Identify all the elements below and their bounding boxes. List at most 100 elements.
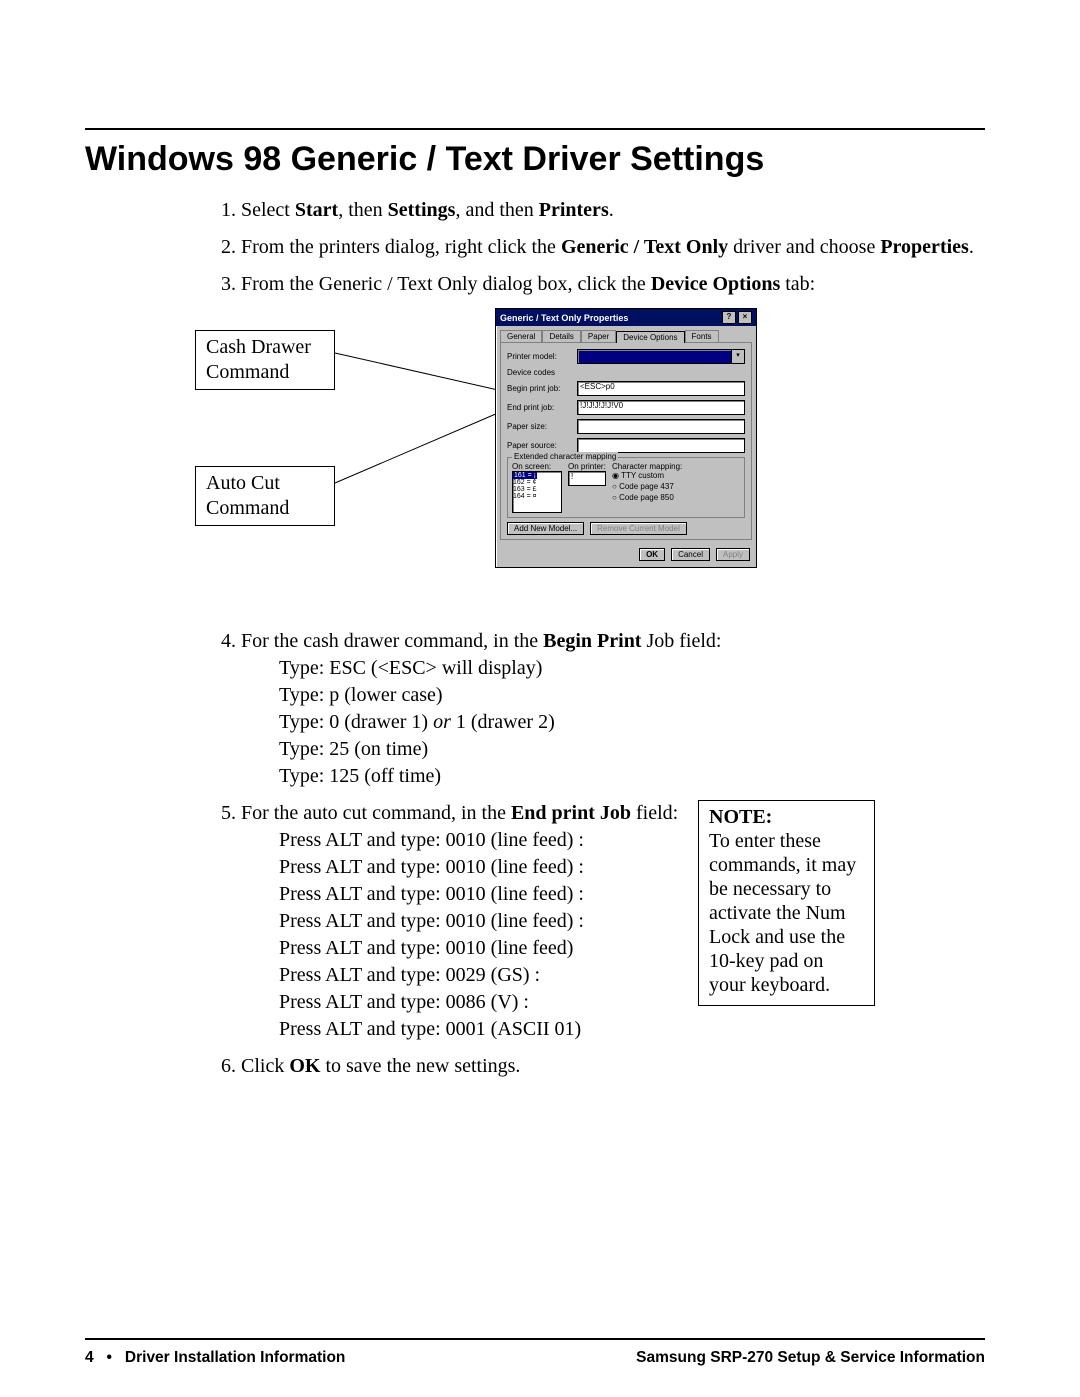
tab-fonts[interactable]: Fonts [685,330,719,342]
dialog-title: Generic / Text Only Properties [500,313,628,323]
text: , and then [455,199,538,221]
list-item[interactable]: 163 = £ [513,486,561,493]
ext-char-group: Extended character mapping On screen: 16… [507,457,745,518]
steps-list: Select Start, then Settings, and then Pr… [215,197,985,298]
bold: OK [289,1055,320,1077]
bold: Properties [880,236,969,258]
text: . [609,199,614,221]
dialog-titlebar[interactable]: Generic / Text Only Properties ? × [496,309,756,326]
apply-button[interactable]: Apply [716,548,750,561]
code-line: Press ALT and type: 0010 (line feed) [279,935,985,962]
bold: Printers [539,199,609,221]
footer-right: Samsung SRP-270 Setup & Service Informat… [636,1349,985,1367]
code-line: Press ALT and type: 0010 (line feed) : [279,881,985,908]
begin-print-field[interactable]: <ESC>p0 [577,381,745,396]
text: From the printers dialog, right click th… [241,236,561,258]
list-item[interactable]: 164 = ¤ [513,493,561,500]
bold: Settings [388,199,456,221]
code-line: Type: 25 (on time) [279,736,985,763]
label-on-printer: On printer: [568,462,606,471]
end-print-field[interactable]: !J!J!J!J!J!V0 [577,400,745,415]
text: From the Generic / Text Only dialog box,… [241,273,651,295]
label-begin: Begin print job: [507,384,577,393]
tab-general[interactable]: General [500,330,542,342]
code-line: Press ALT and type: 0010 (line feed) : [279,827,985,854]
text: Type: 0 (drawer 1) [279,711,433,733]
bold: Device Options [651,273,780,295]
label-device-codes: Device codes [507,368,577,377]
italic: or [433,711,451,733]
step4-sub: Type: ESC (<ESC> will display) Type: p (… [279,655,985,790]
paper-size-field[interactable] [577,419,745,434]
paper-source-field[interactable] [577,438,745,453]
bold: Begin Print [543,630,641,652]
on-screen-listbox[interactable]: 161 = ¡ 162 = ¢ 163 = £ 164 = ¤ [512,471,562,513]
help-icon[interactable]: ? [722,311,736,324]
label-on-screen: On screen: [512,462,562,471]
text: For the auto cut command, in the [241,802,511,824]
page-title: Windows 98 Generic / Text Driver Setting… [85,140,985,179]
radio-850[interactable]: ○ Code page 850 [612,493,682,502]
radio-437[interactable]: ○ Code page 437 [612,482,682,491]
text: , then [338,199,387,221]
close-icon[interactable]: × [738,311,752,324]
step-1: Select Start, then Settings, and then Pr… [241,197,985,224]
dialog-tabs: General Details Paper Device Options Fon… [496,326,756,342]
text: . [969,236,974,258]
text: field: [631,802,678,824]
step-5: For the auto cut command, in the End pri… [241,800,985,1043]
label-printer-model: Printer model: [507,352,577,361]
top-rule [85,128,985,130]
list-item[interactable]: 162 = ¢ [513,479,561,486]
on-printer-col: On printer: ! [568,462,606,513]
page-number: 4 [85,1349,94,1366]
cancel-button[interactable]: Cancel [671,548,710,561]
note-heading: NOTE: [709,806,772,828]
bold: Generic / Text Only [561,236,728,258]
step5-sub: Press ALT and type: 0010 (line feed) : P… [279,827,985,1043]
footer-left: 4 • Driver Installation Information [85,1349,345,1367]
footer-rule [85,1338,985,1340]
footer-section: Driver Installation Information [125,1349,345,1366]
text: driver and choose [728,236,880,258]
step-3: From the Generic / Text Only dialog box,… [241,271,985,298]
printer-model-field[interactable] [577,349,732,364]
dialog-buttons: OK Cancel Apply [496,544,756,567]
leader-lines [333,308,498,518]
page: Windows 98 Generic / Text Driver Setting… [0,0,1080,1397]
note-body: To enter these commands, it may be neces… [709,830,856,996]
add-model-button[interactable]: Add New Model... [507,522,584,535]
radio-label: Code page 850 [619,493,674,502]
figure: Cash Drawer Command Auto Cut Command Gen… [195,308,985,628]
code-line: Press ALT and type: 0029 (GS) : [279,962,985,989]
tab-details[interactable]: Details [542,330,580,342]
tab-paper[interactable]: Paper [581,330,616,342]
callout-auto-cut: Auto Cut Command [195,466,335,526]
tab-device-options[interactable]: Device Options [616,331,684,343]
on-printer-field[interactable]: ! [568,471,606,486]
text: Click [241,1055,289,1077]
note-box: NOTE: To enter these commands, it may be… [698,800,875,1006]
code-line: Press ALT and type: 0001 (ASCII 01) [279,1016,985,1043]
label-char-map: Character mapping: [612,462,682,471]
step-4: For the cash drawer command, in the Begi… [241,628,985,790]
chevron-down-icon[interactable]: ▾ [731,349,745,364]
step-6: Click OK to save the new settings. [241,1053,985,1080]
steps-list-cont: For the cash drawer command, in the Begi… [215,628,985,1080]
radio-label: Code page 437 [619,482,674,491]
bold: End print Job [511,802,631,824]
label-paper-source: Paper source: [507,441,577,450]
footer: 4 • Driver Installation Information Sams… [85,1349,985,1367]
properties-dialog: Generic / Text Only Properties ? × Gener… [495,308,757,568]
text: tab: [780,273,815,295]
code-line: Press ALT and type: 0010 (line feed) : [279,908,985,935]
list-item[interactable]: 161 = ¡ [513,472,537,479]
code-line: Type: p (lower case) [279,682,985,709]
ok-button[interactable]: OK [639,548,665,561]
radio-tty[interactable]: ◉ TTY custom [612,471,682,480]
remove-model-button[interactable]: Remove Current Model [590,522,687,535]
code-line: Type: 0 (drawer 1) or 1 (drawer 2) [279,709,985,736]
code-line: Type: 125 (off time) [279,763,985,790]
radio-label: TTY custom [621,471,664,480]
text: Job field: [641,630,721,652]
